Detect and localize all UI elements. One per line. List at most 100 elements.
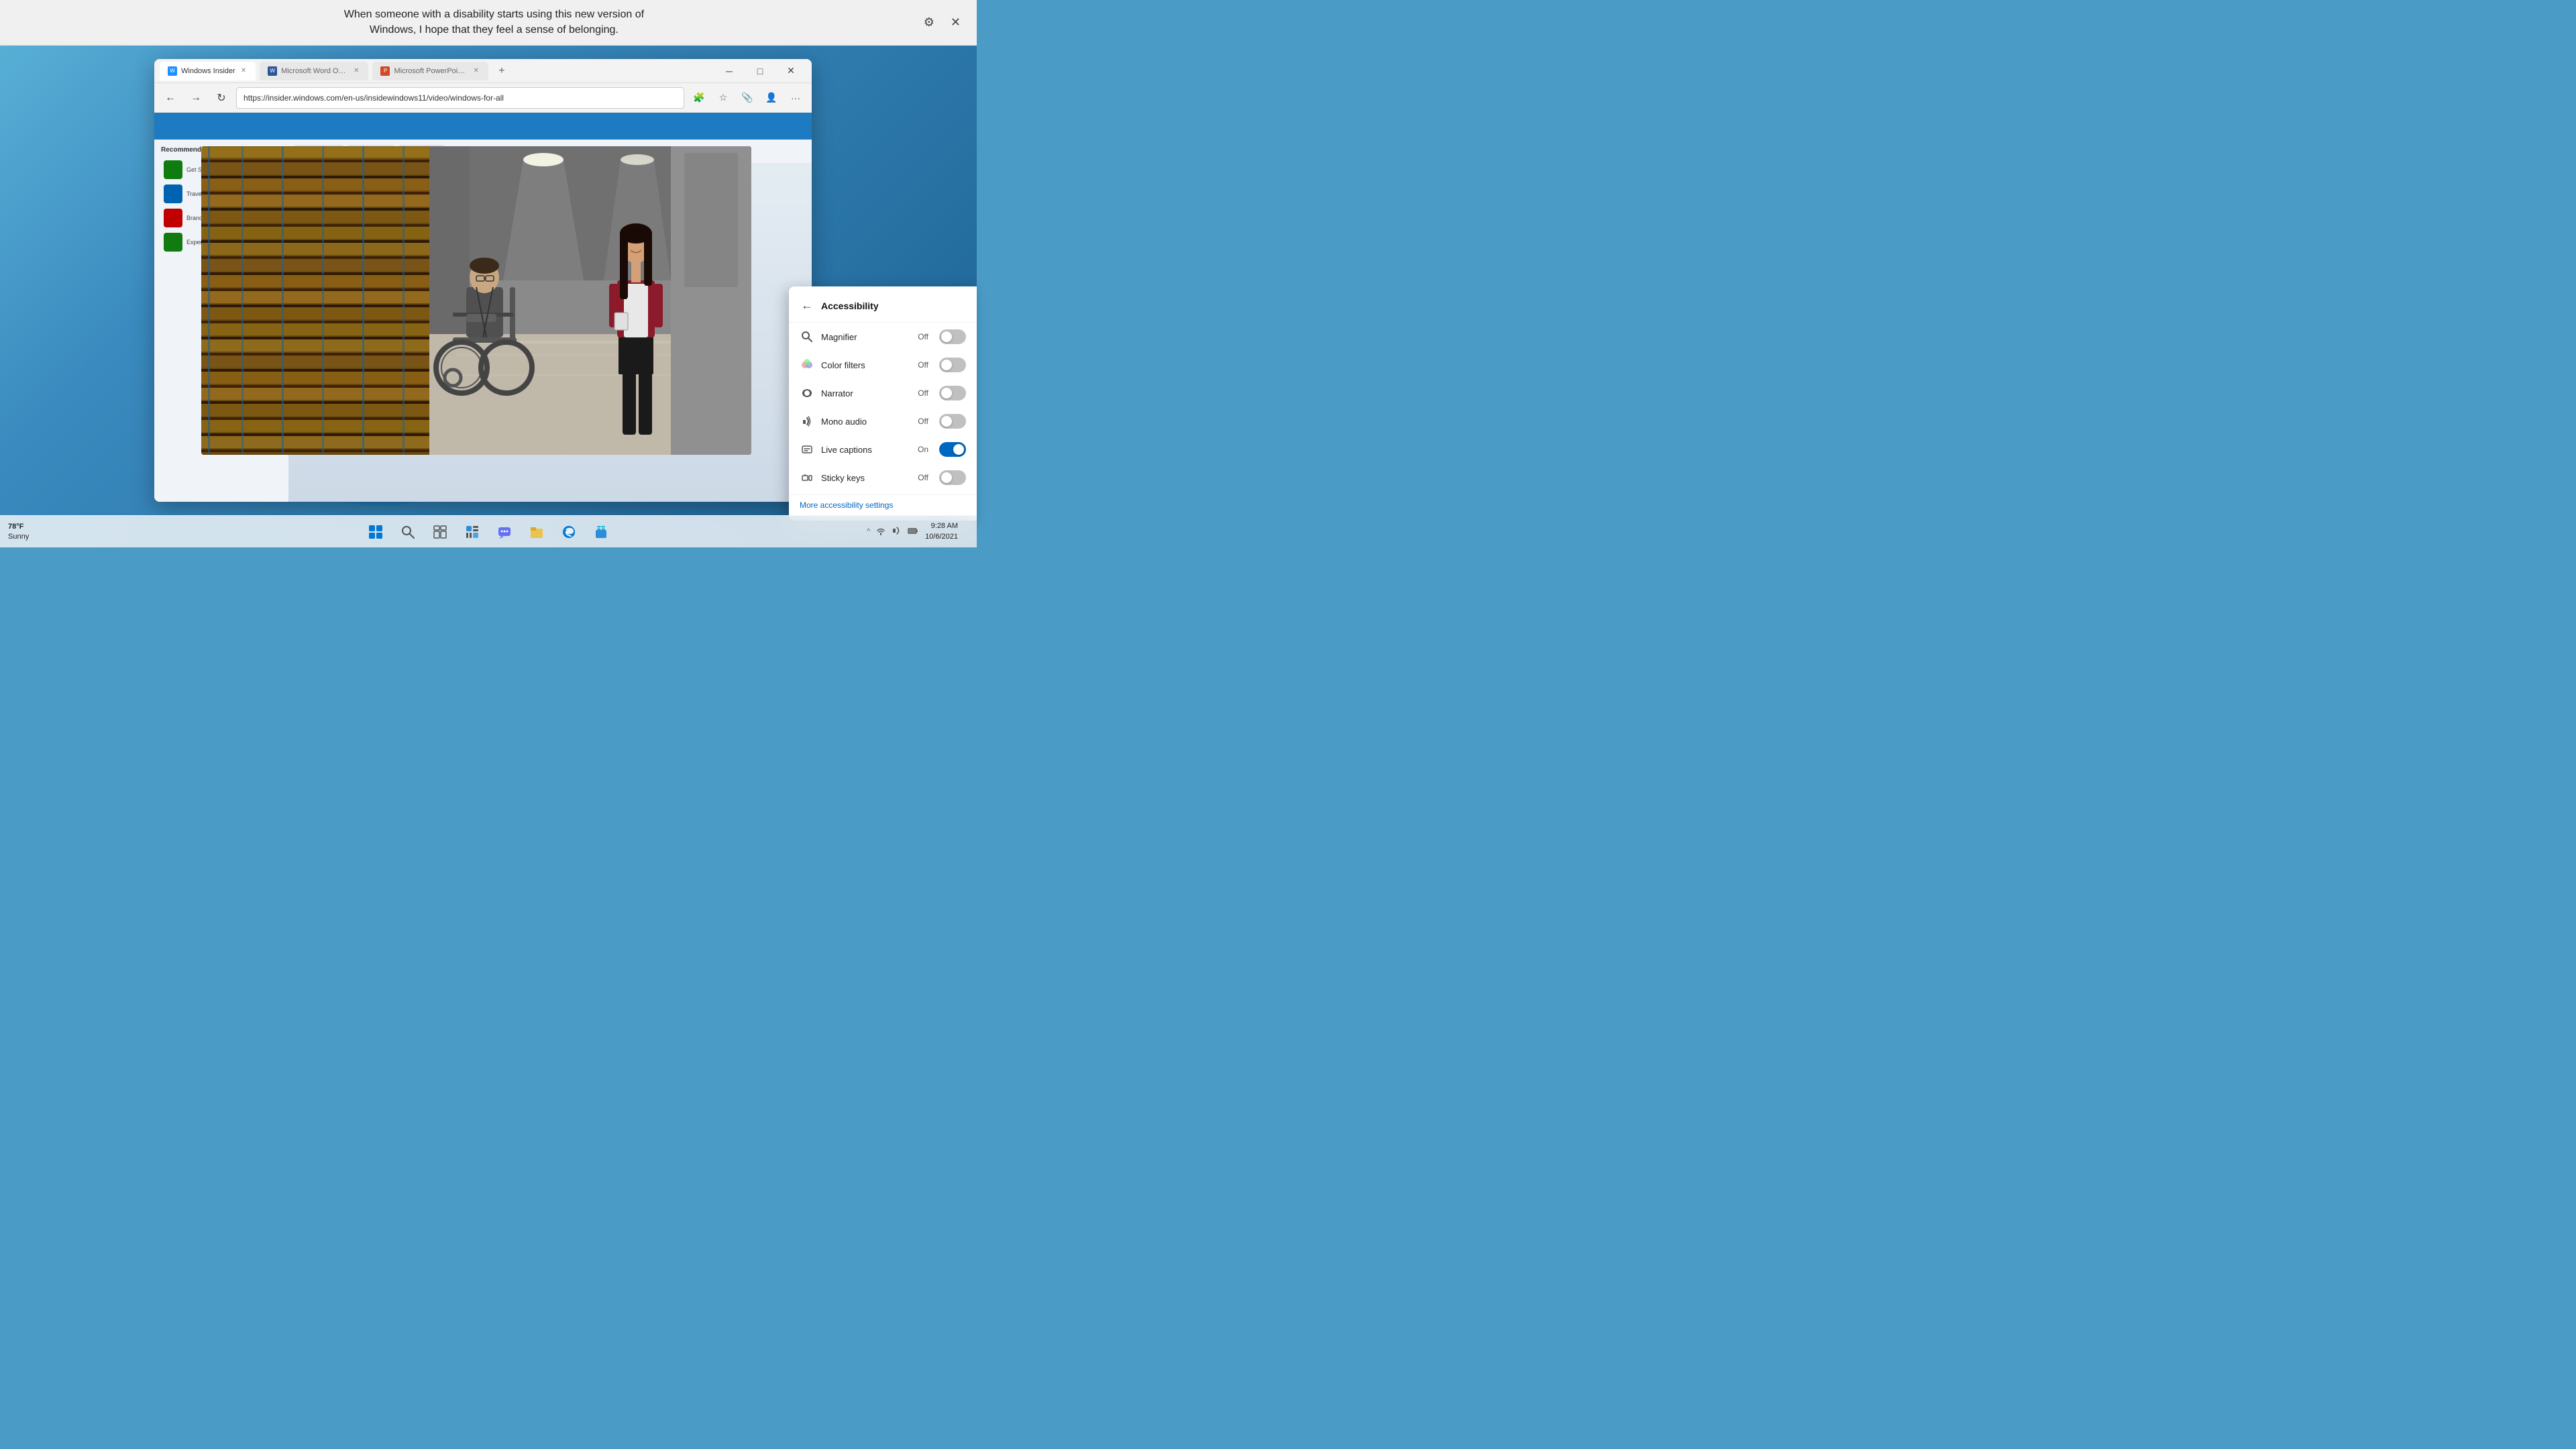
color-filters-label: Color filters <box>821 360 911 370</box>
live-captions-toggle[interactable] <box>939 442 966 457</box>
more-accessibility-settings-link[interactable]: More accessibility settings <box>789 494 977 515</box>
window-controls: ─ □ ✕ <box>714 59 806 83</box>
video-scene <box>201 146 751 455</box>
volume-icon-button[interactable] <box>890 525 904 538</box>
weather-widget: 78°F Sunny <box>8 522 29 541</box>
panel-row-narrator: Narrator Off <box>789 379 977 407</box>
window-minimize-button[interactable]: ─ <box>714 59 745 83</box>
notification-gear-button[interactable]: ⚙ <box>921 13 937 32</box>
notification-line2: Windows, I hope that they feel a sense o… <box>370 24 619 36</box>
sticky-keys-icon <box>800 470 814 485</box>
sticky-keys-toggle[interactable] <box>939 470 966 485</box>
narrator-status: Off <box>918 388 928 398</box>
taskbar-center <box>361 517 616 547</box>
file-explorer-icon <box>529 525 544 539</box>
browser-toolbar: ← → ↻ 🧩 ☆ 📎 👤 ··· <box>154 83 812 113</box>
color-filters-toggle-track <box>939 358 966 372</box>
search-icon <box>400 525 415 539</box>
taskbar-clock[interactable]: 9:28 AM 10/6/2021 <box>925 521 958 542</box>
magnifier-status: Off <box>918 332 928 341</box>
more-button[interactable]: ··· <box>785 87 806 109</box>
window-maximize-button[interactable]: □ <box>745 59 775 83</box>
notification-center-button[interactable] <box>963 519 969 545</box>
edge-button[interactable] <box>554 517 584 547</box>
chat-button[interactable] <box>490 517 519 547</box>
edge-icon <box>561 525 576 539</box>
panel-header: ← Accessibility <box>789 297 977 323</box>
live-captions-label: Live captions <box>821 445 911 455</box>
profile-button[interactable]: 👤 <box>761 87 782 109</box>
address-bar[interactable] <box>236 87 684 109</box>
rec-icon-4 <box>164 233 182 252</box>
tab-close-insider[interactable]: ✕ <box>239 67 248 74</box>
mono-audio-toggle-track <box>939 414 966 429</box>
narrator-toggle-thumb <box>941 388 952 398</box>
panel-row-magnifier: Magnifier Off <box>789 323 977 351</box>
search-button[interactable] <box>393 517 423 547</box>
window-close-button[interactable]: ✕ <box>775 59 806 83</box>
back-button[interactable]: ← <box>160 87 181 109</box>
extensions-button[interactable]: 🧩 <box>688 87 710 109</box>
file-explorer-button[interactable] <box>522 517 551 547</box>
narrator-icon <box>800 386 814 400</box>
accessibility-panel: ← Accessibility Magnifier Off Color filt… <box>789 286 977 521</box>
refresh-button[interactable]: ↻ <box>211 87 232 109</box>
narrator-label: Narrator <box>821 388 911 398</box>
taskbar: 78°F Sunny <box>0 515 977 547</box>
magnifier-label: Magnifier <box>821 332 911 342</box>
panel-row-mono-audio: Mono audio Off <box>789 407 977 435</box>
panel-row-color-filters: Color filters Off <box>789 351 977 379</box>
clock-time: 9:28 AM <box>925 521 958 531</box>
panel-back-button[interactable]: ← <box>800 297 814 314</box>
systray-icons: ^ <box>865 525 920 538</box>
notification-close-button[interactable]: ✕ <box>948 13 963 32</box>
magnifier-toggle-track <box>939 329 966 344</box>
chat-icon <box>497 525 512 539</box>
mono-audio-toggle[interactable] <box>939 414 966 429</box>
tab-label-insider: Windows Insider <box>181 67 235 75</box>
store-button[interactable] <box>586 517 616 547</box>
favorites-button[interactable]: ☆ <box>712 87 734 109</box>
rec-icon-2 <box>164 184 182 203</box>
start-button[interactable] <box>361 517 390 547</box>
tab-word-online[interactable]: W Microsoft Word Online ✕ <box>260 62 368 80</box>
panel-row-sticky-keys: Sticky keys Off <box>789 464 977 492</box>
collections-button[interactable]: 📎 <box>737 87 758 109</box>
tab-close-ppt[interactable]: ✕ <box>472 67 480 74</box>
weather-temp: 78°F <box>8 522 29 531</box>
tab-label-ppt: Microsoft PowerPoint Online <box>394 67 468 75</box>
page-header <box>154 113 812 140</box>
rec-icon-3 <box>164 209 182 227</box>
tab-favicon-word: W <box>268 66 277 76</box>
tab-favicon-insider: W <box>168 66 177 76</box>
taskview-button[interactable] <box>425 517 455 547</box>
video-overlay: ✕ <box>201 146 751 455</box>
sticky-keys-status: Off <box>918 473 928 482</box>
new-tab-button[interactable]: + <box>492 62 511 80</box>
clock-date: 10/6/2021 <box>925 532 958 542</box>
color-filters-toggle[interactable] <box>939 358 966 372</box>
widgets-button[interactable] <box>458 517 487 547</box>
widgets-icon <box>465 525 480 539</box>
narrator-toggle[interactable] <box>939 386 966 400</box>
magnifier-icon <box>800 329 814 344</box>
forward-button[interactable]: → <box>185 87 207 109</box>
battery-icon <box>908 525 918 536</box>
notification-bar: When someone with a disability starts us… <box>0 0 977 46</box>
live-captions-icon <box>800 442 814 457</box>
tab-close-word[interactable]: ✕ <box>352 67 360 74</box>
mono-audio-icon <box>800 414 814 429</box>
network-icon[interactable] <box>874 525 888 538</box>
systray-chevron[interactable]: ^ <box>865 528 871 535</box>
store-icon <box>594 525 608 539</box>
tab-powerpoint-online[interactable]: P Microsoft PowerPoint Online ✕ <box>372 62 488 80</box>
browser-content: Recommended Get Started Travel Itinerary… <box>154 113 812 502</box>
battery-icon-button[interactable] <box>906 525 920 538</box>
tab-windows-insider[interactable]: W Windows Insider ✕ <box>160 62 256 80</box>
magnifier-toggle[interactable] <box>939 329 966 344</box>
color-filters-status: Off <box>918 360 928 370</box>
mono-audio-label: Mono audio <box>821 417 911 427</box>
notification-text: When someone with a disability starts us… <box>67 7 921 38</box>
taskbar-weather: 78°F Sunny <box>8 522 29 541</box>
tab-favicon-ppt: P <box>380 66 390 76</box>
